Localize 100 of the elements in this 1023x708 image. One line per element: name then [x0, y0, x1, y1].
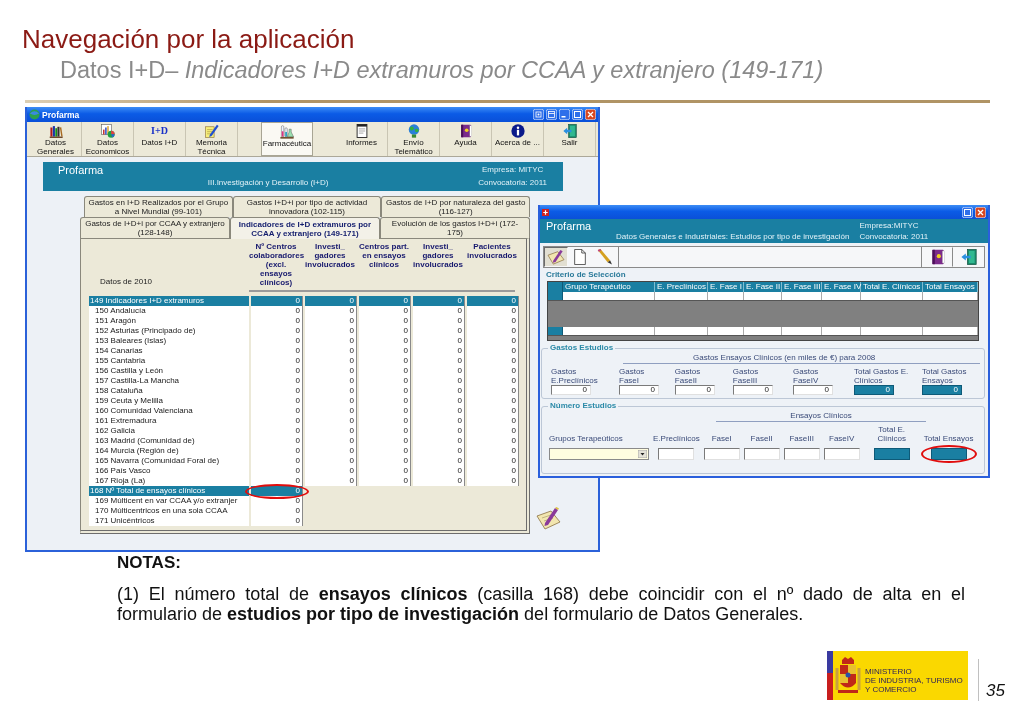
- input-field[interactable]: [703, 448, 740, 460]
- table-cell[interactable]: 0: [305, 356, 357, 366]
- toolbar-button[interactable]: Informes: [336, 122, 388, 156]
- table-cell[interactable]: 0: [305, 406, 357, 416]
- close-button[interactable]: [975, 206, 986, 218]
- table-cell[interactable]: 0: [467, 316, 519, 326]
- table-cell[interactable]: 0: [251, 296, 303, 306]
- table-cell[interactable]: 0: [305, 376, 357, 386]
- toolbar-button[interactable]: Memoria Técnica: [186, 122, 238, 156]
- table-cell[interactable]: 0: [305, 306, 357, 316]
- table-cell[interactable]: 0: [251, 366, 303, 376]
- table-cell[interactable]: 0: [359, 306, 411, 316]
- table-cell[interactable]: 0: [413, 306, 465, 316]
- tab[interactable]: Gastos de I+D+i por CCAA y extranjero (128-148): [80, 217, 230, 238]
- table-cell[interactable]: 0: [467, 396, 519, 406]
- table-cell[interactable]: 0: [305, 336, 357, 346]
- table-cell[interactable]: 0: [413, 416, 465, 426]
- table-cell[interactable]: 0: [413, 376, 465, 386]
- table-cell[interactable]: 0: [359, 456, 411, 466]
- table-cell[interactable]: 0: [413, 356, 465, 366]
- table-cell[interactable]: 0: [467, 366, 519, 376]
- table-cell[interactable]: 0: [467, 376, 519, 386]
- table-cell[interactable]: 0: [305, 436, 357, 446]
- table-cell[interactable]: 0: [413, 426, 465, 436]
- table-cell[interactable]: 0: [359, 346, 411, 356]
- table-cell[interactable]: 0: [467, 406, 519, 416]
- table-cell[interactable]: 0: [359, 396, 411, 406]
- table-cell[interactable]: 0: [359, 436, 411, 446]
- table-cell[interactable]: 0: [251, 336, 303, 346]
- table-cell[interactable]: 0: [467, 476, 519, 486]
- table-cell[interactable]: 0: [359, 326, 411, 336]
- table-cell[interactable]: 0: [413, 366, 465, 376]
- toolbar-button[interactable]: Acerca de ...: [492, 122, 544, 156]
- dropdown-field[interactable]: [549, 448, 649, 460]
- caret-icon[interactable]: [638, 450, 647, 458]
- minimize-button[interactable]: [559, 109, 570, 120]
- table-cell[interactable]: 0: [251, 506, 303, 516]
- table-cell[interactable]: 0: [305, 296, 357, 306]
- table-cell[interactable]: 0: [359, 406, 411, 416]
- table-cell[interactable]: 0: [467, 306, 519, 316]
- table-cell[interactable]: 0: [251, 346, 303, 356]
- table-cell[interactable]: 0: [305, 366, 357, 376]
- table-cell[interactable]: 0: [467, 346, 519, 356]
- table-cell[interactable]: 0: [251, 386, 303, 396]
- table-cell[interactable]: 0: [467, 386, 519, 396]
- table-cell[interactable]: 0: [413, 346, 465, 356]
- input-field[interactable]: [658, 448, 695, 460]
- table-cell[interactable]: 0: [251, 516, 303, 526]
- table-cell[interactable]: 0: [359, 376, 411, 386]
- input-field[interactable]: 0: [619, 385, 659, 395]
- table-cell[interactable]: 0: [359, 356, 411, 366]
- input-field[interactable]: 0: [793, 385, 833, 395]
- title-bar-button[interactable]: [533, 109, 544, 120]
- table-cell[interactable]: 0: [251, 306, 303, 316]
- table-cell[interactable]: 0: [251, 356, 303, 366]
- table-cell[interactable]: 0: [467, 336, 519, 346]
- input-field[interactable]: [783, 448, 820, 460]
- table-cell[interactable]: 0: [305, 346, 357, 356]
- table-cell[interactable]: 0: [251, 446, 303, 456]
- title-bar-button[interactable]: [546, 109, 557, 120]
- tab[interactable]: Indicadores de I+D extramuros por CCAA y extranjero (149-171): [230, 217, 380, 239]
- table-cell[interactable]: 0: [467, 436, 519, 446]
- table-cell[interactable]: 0: [251, 426, 303, 436]
- table-cell[interactable]: 0: [359, 416, 411, 426]
- table-cell[interactable]: 0: [305, 386, 357, 396]
- table-cell[interactable]: 0: [413, 316, 465, 326]
- table-cell[interactable]: 0: [467, 416, 519, 426]
- table-cell[interactable]: 0: [305, 316, 357, 326]
- table-cell[interactable]: 0: [251, 476, 303, 486]
- input-field[interactable]: 0: [674, 385, 715, 395]
- toolbar-button[interactable]: Datos Economicos: [82, 122, 134, 156]
- input-field[interactable]: [823, 448, 860, 460]
- table-cell[interactable]: 0: [359, 296, 411, 306]
- table-cell[interactable]: 0: [251, 466, 303, 476]
- table-cell[interactable]: 0: [251, 416, 303, 426]
- table-cell[interactable]: 0: [413, 296, 465, 306]
- table-cell[interactable]: 0: [251, 456, 303, 466]
- table-cell[interactable]: 0: [305, 476, 357, 486]
- table-cell[interactable]: 0: [305, 426, 357, 436]
- table-cell[interactable]: 0: [467, 456, 519, 466]
- maximize-button[interactable]: [572, 109, 583, 120]
- tab[interactable]: Gastos en I+D Realizados por el Grupo a Nivel Mundial (99-101): [84, 196, 233, 217]
- table-cell[interactable]: 0: [413, 456, 465, 466]
- tab[interactable]: Gastos de I+D por naturaleza del gasto (116-127): [381, 196, 530, 217]
- table-cell[interactable]: 0: [413, 446, 465, 456]
- table-cell[interactable]: 0: [359, 476, 411, 486]
- table-cell[interactable]: 0: [305, 466, 357, 476]
- table-cell[interactable]: 0: [359, 446, 411, 456]
- table-cell[interactable]: 0: [359, 336, 411, 346]
- input-field[interactable]: [743, 448, 780, 460]
- table-cell[interactable]: 0: [467, 446, 519, 456]
- table-cell[interactable]: 0: [413, 466, 465, 476]
- table-cell[interactable]: 0: [251, 326, 303, 336]
- table-cell[interactable]: 0: [305, 416, 357, 426]
- close-button[interactable]: [585, 109, 596, 120]
- toolbar-button[interactable]: Datos Generales: [30, 122, 82, 156]
- input-field[interactable]: 0: [551, 385, 591, 395]
- toolbar-button[interactable]: Salir: [544, 122, 596, 156]
- toolbar-button[interactable]: Farmacéutica: [261, 122, 313, 156]
- table-cell[interactable]: 0: [467, 426, 519, 436]
